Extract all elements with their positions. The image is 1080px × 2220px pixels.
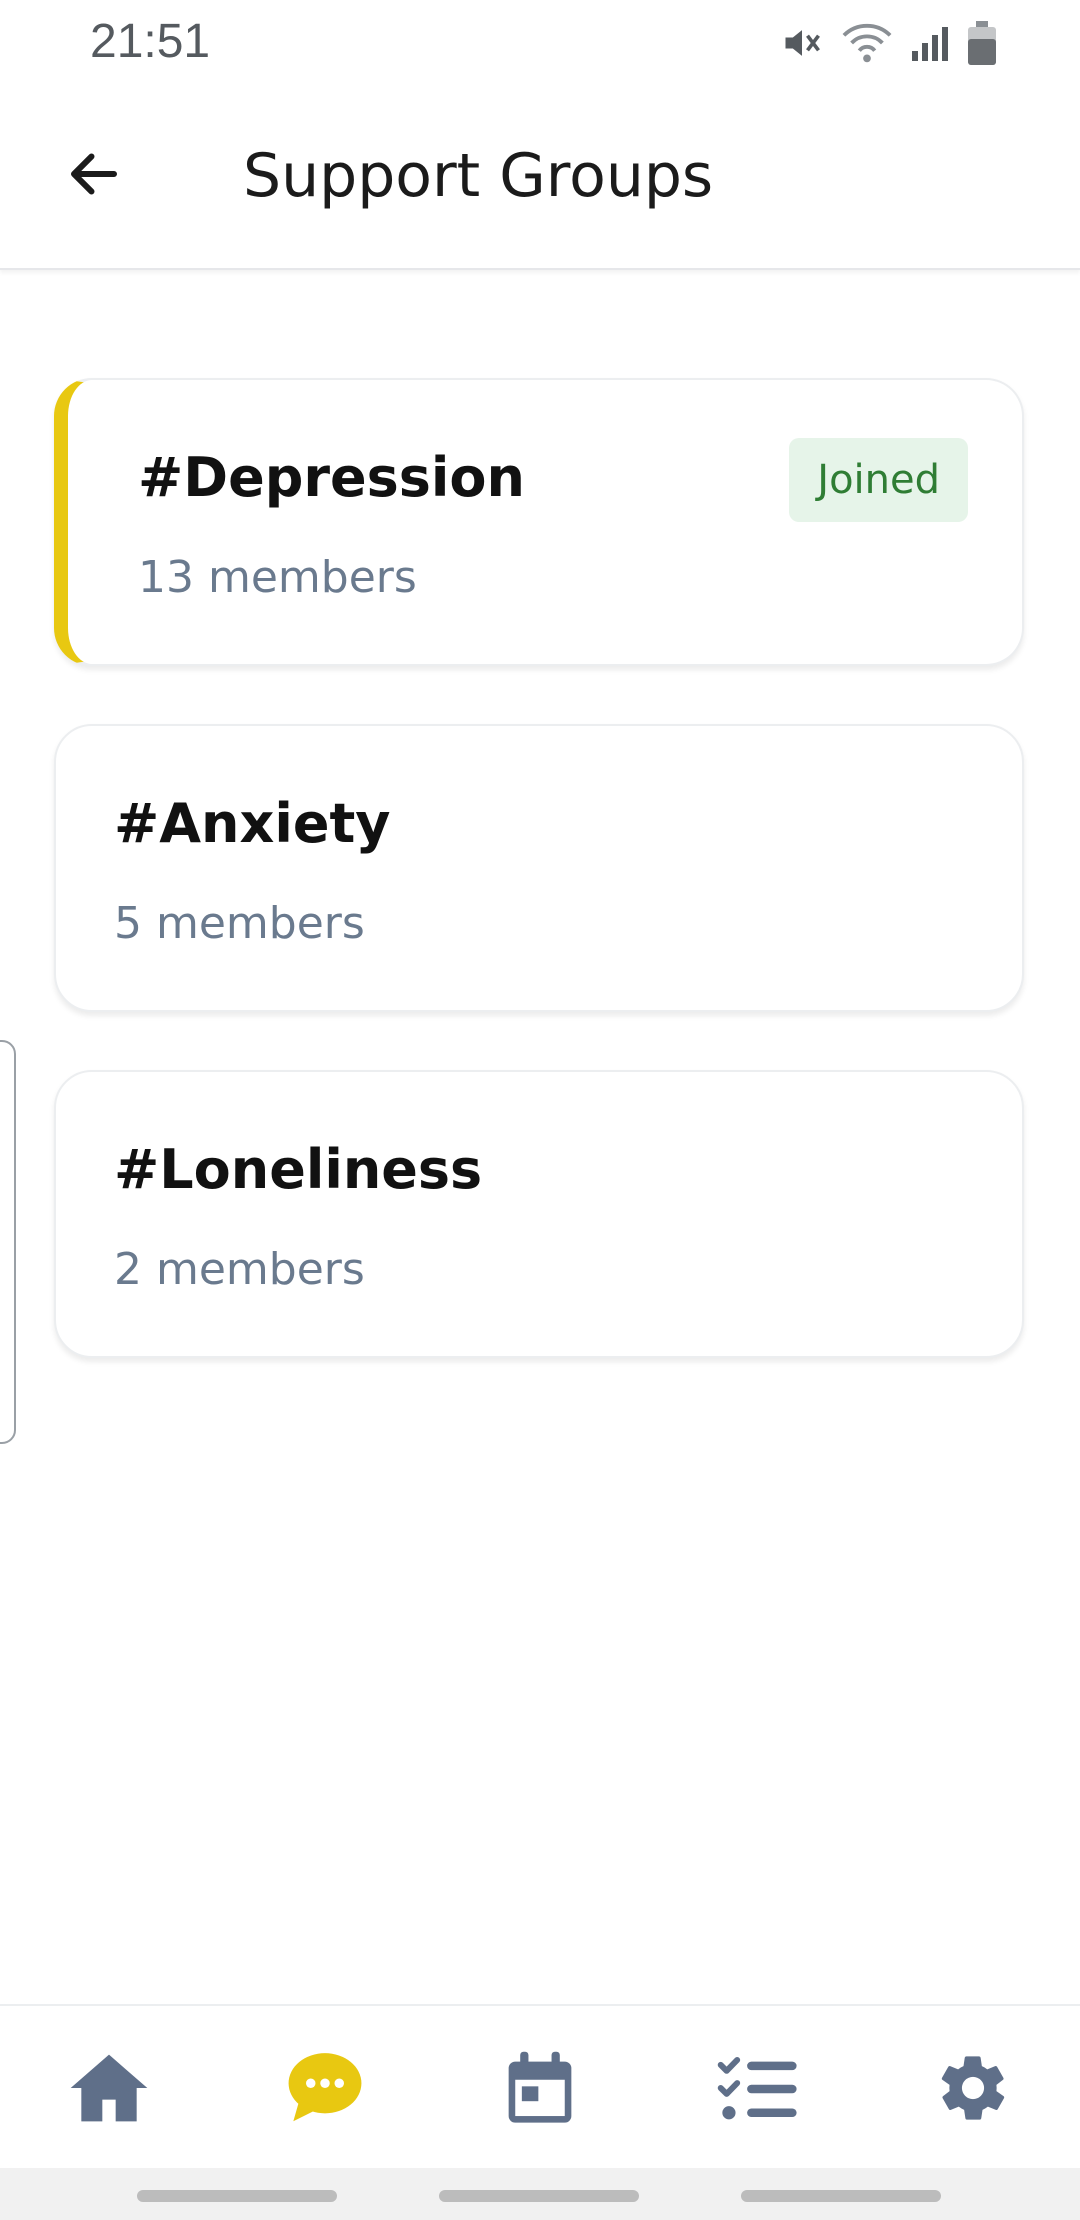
nav-home[interactable] [44, 2006, 174, 2170]
group-name: #Anxiety [114, 792, 391, 855]
gear-icon [941, 2056, 1005, 2120]
arrow-left-icon [71, 153, 117, 195]
status-icons [780, 18, 996, 68]
group-card-anxiety[interactable]: #Anxiety 5 members [54, 724, 1024, 1012]
home-icon [70, 2054, 148, 2122]
mute-icon [780, 21, 824, 65]
group-card-depression[interactable]: #Depression 13 members Joined [54, 378, 1024, 666]
nav-calendar[interactable] [475, 2006, 605, 2170]
chat-bubble-icon [288, 2053, 362, 2122]
system-back-button[interactable] [741, 2190, 941, 2202]
app-header: Support Groups [0, 88, 1080, 270]
edge-panel-handle[interactable] [0, 1040, 16, 1444]
page-title: Support Groups [243, 141, 714, 211]
back-button[interactable] [58, 138, 130, 210]
group-name: #Loneliness [114, 1138, 483, 1201]
group-member-count: 2 members [114, 1244, 365, 1295]
group-list: #Depression 13 members Joined #Anxiety 5… [54, 378, 1026, 1416]
nav-chat[interactable] [260, 2006, 390, 2170]
system-recents-button[interactable] [137, 2190, 337, 2202]
support-groups-screen: 21:51 Support Groups #Depression 13 memb… [0, 0, 1080, 2220]
calendar-icon [508, 2051, 572, 2123]
group-card-loneliness[interactable]: #Loneliness 2 members [54, 1070, 1024, 1358]
group-member-count: 5 members [114, 898, 365, 949]
system-home-button[interactable] [439, 2190, 639, 2202]
group-name: #Depression [138, 446, 525, 509]
joined-badge: Joined [789, 438, 968, 522]
wifi-icon [842, 21, 892, 65]
checklist-icon [717, 2056, 797, 2120]
bottom-nav [0, 2004, 1080, 2170]
signal-icon [910, 23, 950, 63]
nav-settings[interactable] [908, 2006, 1038, 2170]
group-member-count: 13 members [138, 552, 417, 603]
nav-tasks[interactable] [692, 2006, 822, 2170]
system-nav-bar [0, 2168, 1080, 2220]
status-time: 21:51 [90, 15, 211, 68]
battery-icon [968, 21, 996, 65]
status-bar: 21:51 [0, 0, 1080, 88]
